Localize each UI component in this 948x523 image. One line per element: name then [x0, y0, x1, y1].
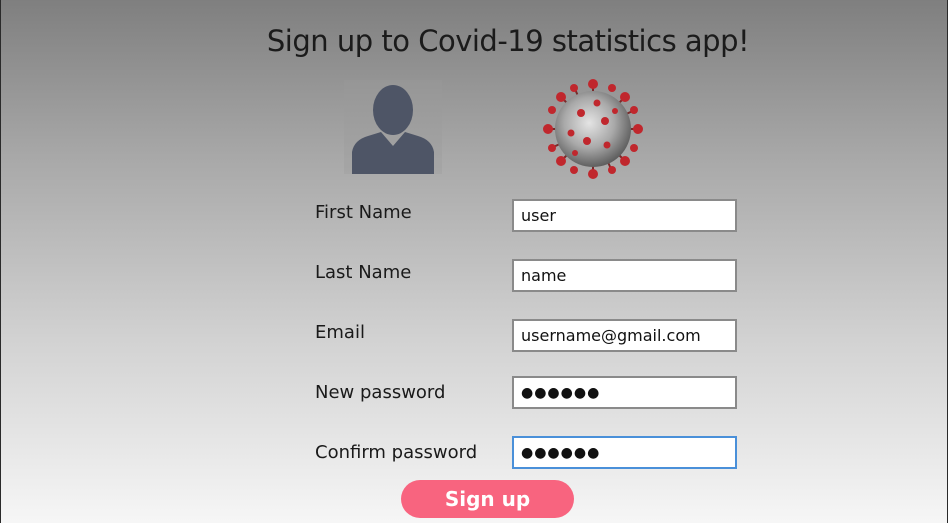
- first-name-label: First Name: [315, 202, 412, 223]
- confirm-password-label: Confirm password: [315, 442, 478, 463]
- email-input[interactable]: [512, 319, 737, 352]
- first-name-input[interactable]: [512, 199, 737, 232]
- confirm-password-input[interactable]: [512, 436, 737, 469]
- last-name-input[interactable]: [512, 259, 737, 292]
- email-label: Email: [315, 322, 365, 343]
- coronavirus-icon: [541, 77, 645, 181]
- sign-up-button[interactable]: Sign up: [401, 480, 574, 518]
- last-name-label: Last Name: [315, 262, 412, 283]
- page-title: Sign up to Covid-19 statistics app!: [266, 24, 750, 58]
- new-password-label: New password: [315, 382, 446, 403]
- user-avatar-icon: [344, 80, 442, 174]
- new-password-input[interactable]: [512, 376, 737, 409]
